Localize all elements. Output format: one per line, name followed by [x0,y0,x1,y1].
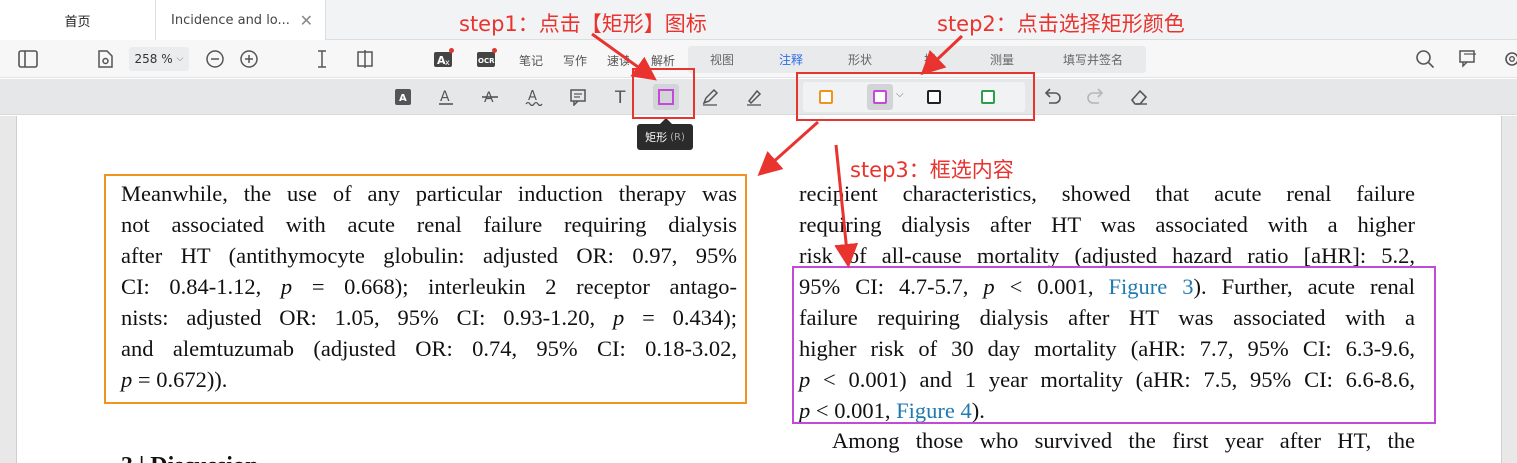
menu-analysis[interactable]: 解析 [651,52,675,69]
svg-text:A: A [484,90,494,106]
ocr-badge [492,48,497,53]
eraser-icon[interactable] [1126,84,1152,110]
sidebar-toggle-icon[interactable] [18,50,38,68]
tab-fill-sign[interactable]: 填写并签名 [1050,46,1136,73]
tab-insert-label: 插 [923,53,936,67]
squiggly-tool-icon[interactable]: A [521,84,547,110]
right-paragraph-2: Among those who survived the first year … [799,425,1415,456]
pen-tool-icon[interactable] [697,84,723,110]
zoom-select[interactable]: 258 % ⌵ [129,47,189,71]
search-icon[interactable] [1415,49,1435,69]
tab-shape[interactable]: 形状 [837,46,883,73]
text-line: Among those who survived the first year … [832,428,1415,453]
tab-measure[interactable]: 测量 [979,46,1025,73]
tab-view-label: 视图 [709,53,734,67]
svg-text:A: A [528,89,537,104]
tab-annotate[interactable]: 注释 [768,46,814,73]
tab-shape-label: 形状 [847,53,872,67]
tab-home[interactable]: 首页 [0,0,156,40]
menu-speed-read[interactable]: 速读 [607,52,629,69]
highlighter-tool-icon[interactable] [741,84,767,110]
svg-text:x: x [445,58,450,67]
menu-notes[interactable]: 笔记 [519,52,543,69]
svg-text:OCR: OCR [478,57,495,65]
note-tool-icon[interactable] [565,84,591,110]
gear-icon[interactable] [1502,49,1517,69]
text-cursor-icon[interactable] [313,49,331,69]
section-heading: 3 | Discussion [121,453,258,463]
step3-label: step3：框选内容 [850,158,1014,182]
redo-icon[interactable] [1083,84,1109,110]
tab-measure-label: 测量 [989,53,1014,67]
text-line: requiring dialysis after HT was associat… [799,212,1415,237]
page-settings-icon[interactable] [96,50,114,68]
svg-text:A: A [440,89,450,105]
zoom-value: 258 % [134,52,173,66]
tab-document-label: Incidence and lo... [171,12,289,28]
close-tab-icon[interactable]: ✕ [300,11,313,30]
undo-icon[interactable] [1039,84,1065,110]
tab-home-label: 首页 [64,14,91,30]
tab-document[interactable]: Incidence and lo... ✕ [156,0,326,40]
svg-text:A: A [399,93,407,104]
tab-annotate-label: 注释 [778,53,803,67]
step2-label: step2：点击选择矩形颜色 [937,12,1185,36]
tab-view[interactable]: 视图 [699,46,745,73]
comment-panel-icon[interactable] [1458,49,1478,69]
tooltip-hotkey: (R) [670,131,685,143]
chevron-down-icon: ⌵ [176,54,184,64]
split-view-icon[interactable] [356,49,376,69]
rectangle-tooltip: 矩形 (R) [637,124,693,150]
purple-rectangle-annotation[interactable] [792,266,1436,424]
typewriter-tool-icon[interactable]: T [608,84,634,110]
svg-text:T: T [614,88,626,106]
tooltip-label: 矩形 [645,131,668,144]
tab-insert[interactable]: 插 [907,46,953,73]
orange-rectangle-annotation[interactable] [104,174,747,404]
step1-highlight-box [632,68,695,119]
tab-bar: 首页 Incidence and lo... ✕ [0,0,1517,40]
step1-label: step1：点击【矩形】图标 [459,12,707,36]
zoom-in-icon[interactable] [239,49,259,69]
page-border-right [1501,116,1502,463]
zoom-out-icon[interactable] [205,49,225,69]
strikethrough-tool-icon[interactable]: A [477,84,503,110]
translate-badge [449,48,454,53]
tab-fill-sign-label: 填写并签名 [1062,53,1123,67]
menu-write[interactable]: 写作 [563,52,587,69]
page-border-left [16,116,17,463]
underline-tool-icon[interactable]: A [433,84,459,110]
text-box-tool-icon[interactable]: A [390,84,416,110]
step2-highlight-box [796,72,1035,121]
